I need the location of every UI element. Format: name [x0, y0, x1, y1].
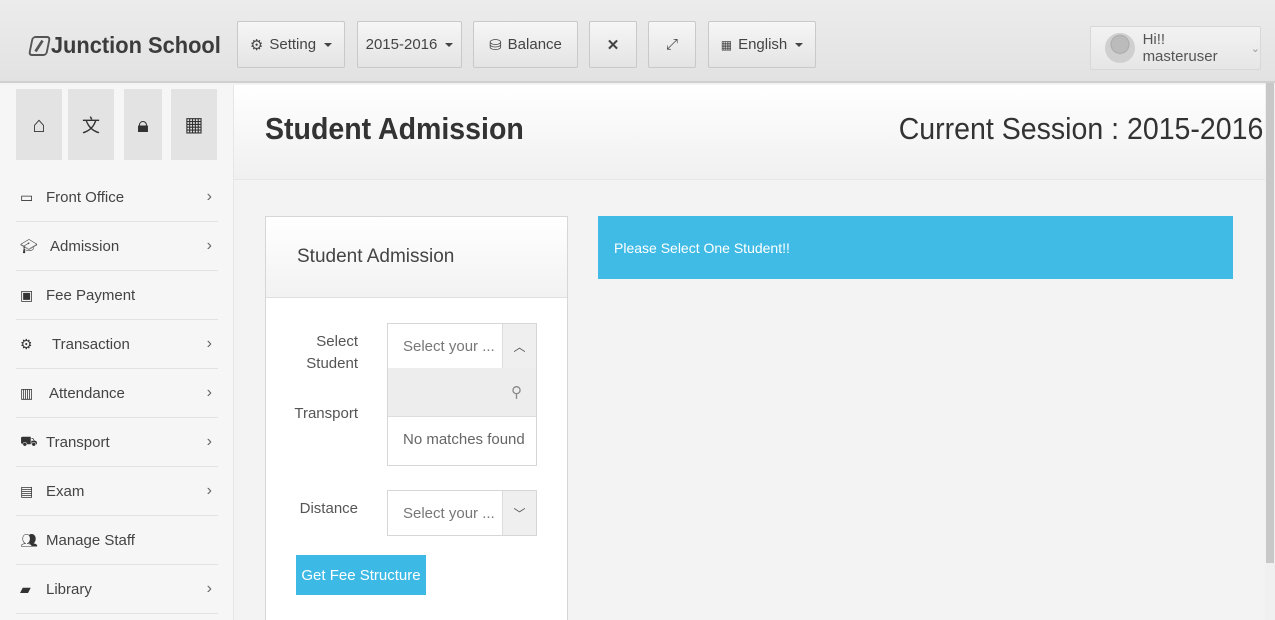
student-admission-panel: Student Admission Select Student Select … [265, 216, 568, 620]
select-student-placeholder: Select your ... [403, 338, 495, 355]
chevron-down-icon: ⌄ [1250, 42, 1260, 55]
lock-button[interactable]: 🔒︎ [124, 89, 162, 160]
sidebar-item-exam[interactable]: ▤ Exam › [16, 467, 218, 516]
sidebar-item-label: Fee Payment [46, 286, 136, 304]
setting-label: Setting [269, 36, 317, 53]
chevron-right-icon: › [206, 433, 212, 450]
setting-dropdown-button[interactable]: ⚙ Setting [237, 21, 345, 68]
fullscreen-icon: ✕ [606, 36, 620, 54]
school-logo-icon [27, 35, 52, 56]
avatar [1105, 33, 1135, 63]
sidebar-item-label: Transaction [52, 335, 130, 353]
resize-button[interactable]: ⤢ [648, 21, 696, 68]
transport-label: Transport [294, 405, 358, 422]
sidebar-item-label: Attendance [49, 384, 125, 402]
sidebar-item-label: Transport [46, 433, 110, 451]
brand-name: Junction School [50, 32, 221, 58]
sidebar-item-attendance[interactable]: ▥ Attendance › [16, 369, 218, 418]
distance-dropdown[interactable]: Select your ... ﹀ [387, 490, 537, 536]
sidebar-item-admission[interactable]: 🎓︎ Admission › [16, 222, 218, 271]
home-button[interactable]: ⌂ [16, 89, 62, 160]
session-label: 2015-2016 [365, 36, 438, 53]
page-title: Student Admission [265, 111, 524, 146]
gear-icon: ⚙ [249, 36, 264, 54]
book-icon: ▰ [20, 580, 31, 597]
calendar-button[interactable]: ▦ [171, 89, 217, 160]
language-dropdown-button[interactable]: ▦ English [708, 21, 816, 68]
info-alert: Please Select One Student!! [598, 216, 1233, 279]
caret-down-icon [795, 42, 804, 47]
chevron-right-icon: › [206, 237, 212, 254]
alert-message: Please Select One Student!! [614, 239, 790, 256]
sidebar-item-label: Front Office [46, 188, 125, 206]
sidebar-item-transaction[interactable]: ⚙ Transaction › [16, 320, 218, 369]
fullscreen-button[interactable]: ✕ [589, 21, 637, 68]
panel-title: Student Admission [266, 217, 567, 298]
brand-logo[interactable]: Junction School [27, 32, 221, 59]
page-header: Student Admission Current Session : 2015… [234, 85, 1275, 180]
gear-icon: ⚙ [20, 335, 33, 352]
caret-down-icon [445, 42, 454, 47]
balance-label: Balance [507, 36, 562, 53]
bar-chart-icon: ▥ [20, 384, 34, 401]
search-icon: ⚲ [511, 384, 522, 401]
chevron-right-icon: › [206, 482, 212, 499]
chevron-right-icon: › [206, 384, 212, 401]
session-dropdown-button[interactable]: 2015-2016 [357, 21, 462, 68]
chevron-right-icon: › [206, 335, 212, 352]
top-navbar: Junction School ⚙ Setting 2015-2016 ⛁ Ba… [0, 0, 1275, 83]
no-matches-message: No matches found [403, 431, 525, 448]
sidebar-item-label: Admission [50, 237, 120, 255]
home-icon: ⌂ [32, 111, 46, 137]
calendar-icon: ▦ [184, 114, 204, 136]
sidebar-item-transport[interactable]: ⛟ Transport › [16, 418, 218, 467]
sidebar-item-fee-payment[interactable]: ▣ Fee Payment [16, 271, 218, 320]
sidebar: ⌂ 文 🔒︎ ▦ ▭ Front Office › 🎓︎ Admission ›… [0, 85, 234, 620]
lock-icon: 🔒︎ [137, 111, 149, 137]
chevron-right-icon: › [206, 580, 212, 597]
get-fee-structure-button[interactable]: Get Fee Structure [296, 555, 426, 595]
chevron-down-icon: ﹀ [502, 491, 536, 535]
resize-arrows-icon: ⤢ [665, 36, 678, 53]
page-scrollbar[interactable] [1265, 83, 1275, 620]
language-button[interactable]: 文 [68, 89, 114, 160]
user-menu-button[interactable]: Hi!! masteruser ⌄ [1090, 26, 1261, 70]
scrollbar-thumb[interactable] [1266, 83, 1274, 563]
sidebar-item-label: Exam [46, 482, 85, 500]
language-label: English [738, 36, 788, 53]
balance-button[interactable]: ⛁ Balance [473, 21, 578, 68]
user-greeting: Hi!! masteruser [1142, 31, 1218, 65]
translate-icon: ▦ [720, 37, 733, 52]
current-session-text: Current Session : 2015-2016 [898, 111, 1263, 146]
users-icon: 👥︎ [20, 531, 38, 548]
sidebar-item-front-office[interactable]: ▭ Front Office › [16, 173, 218, 222]
sidebar-item-label: Library [46, 580, 92, 598]
sidebar-item-library[interactable]: ▰ Library › [16, 565, 218, 614]
language-icon: 文 [82, 115, 100, 136]
file-icon: ▤ [20, 482, 34, 499]
select-student-options: ⚲ No matches found [387, 368, 537, 466]
distance-label: Distance [299, 500, 358, 517]
caret-down-icon [324, 42, 333, 47]
graduation-cap-icon: 🎓︎ [20, 237, 38, 254]
distance-placeholder: Select your ... [403, 504, 495, 522]
database-icon: ⛁ [489, 36, 502, 54]
monitor-icon: ▭ [20, 188, 34, 205]
select-student-label: Select Student [306, 333, 358, 372]
bus-icon: ⛟ [20, 432, 38, 449]
sidebar-menu: ▭ Front Office › 🎓︎ Admission › ▣ Fee Pa… [0, 173, 234, 614]
dropdown-search-input[interactable]: ⚲ [388, 368, 536, 417]
chevron-right-icon: › [206, 188, 212, 205]
sidebar-item-manage-staff[interactable]: 👥︎ Manage Staff [16, 516, 218, 565]
sidebar-item-label: Manage Staff [46, 531, 135, 549]
chevron-up-icon: ︿ [502, 324, 536, 369]
money-icon: ▣ [20, 286, 34, 303]
select-student-dropdown[interactable]: Select your ... ︿ [387, 323, 537, 369]
